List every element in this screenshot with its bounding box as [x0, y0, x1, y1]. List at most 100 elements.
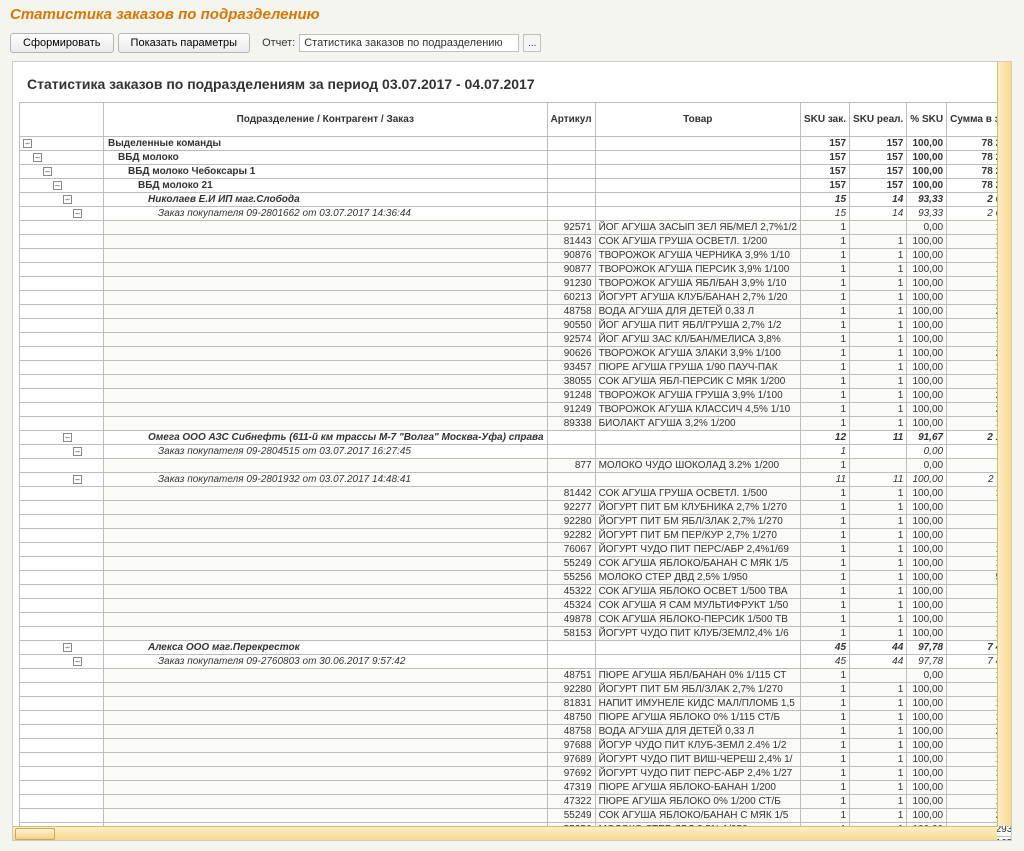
cell [547, 641, 595, 655]
table-row[interactable]: 81831НАПИТ ИМУНЕЛЕ КИДС МАЛ/ПЛОМБ 1,5111… [20, 697, 1013, 711]
table-row[interactable]: 60213ЙОГУРТ АГУША КЛУБ/БАНАН 2,7% 1/2011… [20, 291, 1013, 305]
tree-cell [20, 781, 104, 795]
table-row[interactable]: –Заказ покупателя 09-2760803 от 30.06.20… [20, 655, 1013, 669]
cell: 100,00 [907, 235, 947, 249]
tree-toggle[interactable]: – [63, 643, 72, 652]
table-row[interactable]: 58153ЙОГУРТ ЧУДО ПИТ КЛУБ/ЗЕМЛ2,4% 1/611… [20, 627, 1013, 641]
table-row[interactable]: –ВБД молоко Чебоксары 1157157100,0078 20… [20, 165, 1013, 179]
table-row[interactable]: 91248ТВОРОЖОК АГУША ГРУША 3,9% 1/1001110… [20, 389, 1013, 403]
table-row[interactable]: 81443СОК АГУША ГРУША ОСВЕТЛ. 1/20011100,… [20, 235, 1013, 249]
scrollbar-horizontal[interactable] [13, 826, 997, 840]
row-label [104, 459, 548, 473]
table-row[interactable]: –Алекса ООО маг.Перекресток454497,787 41… [20, 641, 1013, 655]
row-label [104, 697, 548, 711]
tree-toggle[interactable]: – [63, 433, 72, 442]
table-row[interactable]: 47319ПЮРЕ АГУША ЯБЛОКО-БАНАН 1/20011100,… [20, 781, 1013, 795]
tree-cell [20, 501, 104, 515]
table-row[interactable]: 97692ЙОГУРТ ЧУДО ПИТ ПЕРС-АБР 2,4% 1/271… [20, 767, 1013, 781]
table-row[interactable]: 45324СОК АГУША Я САМ МУЛЬТИФРУКТ 1/50111… [20, 599, 1013, 613]
cell: 100,00 [907, 809, 947, 823]
table-row[interactable]: 97688ЙОГУР ЧУДО ПИТ КЛУБ-ЗЕМЛ 2.4% 1/211… [20, 739, 1013, 753]
generate-button[interactable]: Сформировать [10, 33, 114, 53]
table-row[interactable]: 55256МОЛОКО СТЕР ДВД 2,5% 1/95011100,005… [20, 571, 1013, 585]
tree-toggle[interactable]: – [63, 195, 72, 204]
table-row[interactable]: 89338БИОЛАКТ АГУША 3,2% 1/20011100,00105… [20, 417, 1013, 431]
row-label [104, 389, 548, 403]
table-row[interactable]: 92277ЙОГУРТ ПИТ БМ КЛУБНИКА 2,7% 1/27011… [20, 501, 1013, 515]
tree-cell [20, 221, 104, 235]
row-label: ВБД молоко Чебоксары 1 [104, 165, 548, 179]
table-row[interactable]: 92280ЙОГУРТ ПИТ БМ ЯБЛ/ЗЛАК 2,7% 1/27011… [20, 515, 1013, 529]
row-label [104, 557, 548, 571]
cell: 100,00 [907, 697, 947, 711]
table-row[interactable]: –Выделенные команды157157100,0078 204,43… [20, 137, 1013, 151]
table-row[interactable]: 48750ПЮРЕ АГУША ЯБЛОКО 0% 1/115 СТ/Б1110… [20, 711, 1013, 725]
table-row[interactable]: 92574ЙОГ АГУШ ЗАС КЛ/БАН/МЕЛИСА 3,8%1110… [20, 333, 1013, 347]
cell: 1 [800, 277, 849, 291]
table-row[interactable]: 90550ЙОГ АГУША ПИТ ЯБЛ/ГРУША 2,7% 1/2111… [20, 319, 1013, 333]
report-select[interactable]: Статистика заказов по подразделению [299, 34, 519, 52]
cell: 1 [800, 221, 849, 235]
tree-cell [20, 809, 104, 823]
tree-toggle[interactable]: – [73, 657, 82, 666]
tree-toggle[interactable]: – [73, 209, 82, 218]
tree-toggle[interactable]: – [23, 139, 32, 148]
table-row[interactable]: 48751ПЮРЕ АГУША ЯБЛ/БАНАН 0% 1/115 СТ10,… [20, 669, 1013, 683]
table-row[interactable]: –Николаев Е.И ИП маг.Слобода151493,332 6… [20, 193, 1013, 207]
table-row[interactable]: 91230ТВОРОЖОК АГУША ЯБЛ/БАН 3,9% 1/10111… [20, 277, 1013, 291]
tree-cell: – [20, 655, 104, 669]
tree-cell [20, 529, 104, 543]
report-select-picker-button[interactable]: ... [523, 34, 541, 52]
table-row[interactable]: 47322ПЮРЕ АГУША ЯБЛОКО 0% 1/200 СТ/Б1110… [20, 795, 1013, 809]
table-row[interactable]: 90626ТВОРОЖОК АГУША ЗЛАКИ 3,9% 1/1001110… [20, 347, 1013, 361]
cell: 1 [850, 501, 907, 515]
table-row[interactable]: 55249СОК АГУША ЯБЛОКО/БАНАН С МЯК 1/5111… [20, 809, 1013, 823]
table-row[interactable]: –Омега ООО АЗС Сибнефть (611-й км трассы… [20, 431, 1013, 445]
cell: 100,00 [907, 249, 947, 263]
cell: 14 [850, 193, 907, 207]
table-row[interactable]: 90876ТВОРОЖОК АГУША ЧЕРНИКА 3,9% 1/10111… [20, 249, 1013, 263]
cell: 100,00 [907, 319, 947, 333]
scrollbar-vertical[interactable] [997, 62, 1011, 826]
table-row[interactable]: 48758ВОДА АГУША ДЛЯ ДЕТЕЙ 0,33 Л11100,00… [20, 305, 1013, 319]
cell: 0,00 [907, 221, 947, 235]
table-row[interactable]: 97689ЙОГУРТ ЧУДО ПИТ ВИШ-ЧЕРЕШ 2,4% 1/11… [20, 753, 1013, 767]
table-row[interactable]: 91249ТВОРОЖОК АГУША КЛАССИЧ 4,5% 1/10111… [20, 403, 1013, 417]
table-row[interactable]: 76067ЙОГУРТ ЧУДО ПИТ ПЕРС/АБР 2,4%1/6911… [20, 543, 1013, 557]
table-row[interactable]: –ВБД молоко 21157157100,0078 204,4377 31… [20, 179, 1013, 193]
table-row[interactable]: 55249СОК АГУША ЯБЛОКО/БАНАН С МЯК 1/5111… [20, 557, 1013, 571]
show-params-button[interactable]: Показать параметры [118, 33, 251, 53]
table-row[interactable]: –Заказ покупателя 09-2801932 от 03.07.20… [20, 473, 1013, 487]
table-row[interactable]: 90877ТВОРОЖОК АГУША ПЕРСИК 3,9% 1/100111… [20, 263, 1013, 277]
tree-toggle[interactable]: – [43, 167, 52, 176]
table-row[interactable]: 92282ЙОГУРТ ПИТ БМ ПЕР/КУР 2,7% 1/270111… [20, 529, 1013, 543]
cell: ЙОГ АГУША ПИТ ЯБЛ/ГРУША 2,7% 1/2 [595, 319, 800, 333]
cell: 1 [800, 543, 849, 557]
table-row[interactable]: 92280ЙОГУРТ ПИТ БМ ЯБЛ/ЗЛАК 2,7% 1/27011… [20, 683, 1013, 697]
cell: 1 [800, 725, 849, 739]
tree-toggle[interactable]: – [73, 447, 82, 456]
cell: 1 [800, 375, 849, 389]
table-row[interactable]: 38055СОК АГУША ЯБЛ-ПЕРСИК С МЯК 1/200111… [20, 375, 1013, 389]
cell: 1 [800, 235, 849, 249]
tree-cell [20, 613, 104, 627]
table-row[interactable]: –Заказ покупателя 09-2801662 от 03.07.20… [20, 207, 1013, 221]
table-row[interactable]: 92571ЙОГ АГУША ЗАСЫП ЗЕЛ ЯБ/МЕЛ 2,7%1/21… [20, 221, 1013, 235]
tree-toggle[interactable]: – [53, 181, 62, 190]
cell: СОК АГУША ЯБЛОКО ОСВЕТ 1/500 ТВА [595, 585, 800, 599]
table-row[interactable]: 81442СОК АГУША ГРУША ОСВЕТЛ. 1/50011100,… [20, 487, 1013, 501]
table-row[interactable]: –ВБД молоко157157100,0078 204,4377 316,8… [20, 151, 1013, 165]
table-row[interactable]: 45322СОК АГУША ЯБЛОКО ОСВЕТ 1/500 ТВА111… [20, 585, 1013, 599]
table-row[interactable]: 49878СОК АГУША ЯБЛОКО-ПЕРСИК 1/500 ТВ111… [20, 613, 1013, 627]
tree-toggle[interactable]: – [73, 475, 82, 484]
table-row[interactable]: 93457ПЮРЕ АГУША ГРУША 1/90 ПАУЧ-ПАК11100… [20, 361, 1013, 375]
table-row[interactable]: –Заказ покупателя 09-2804515 от 03.07.20… [20, 445, 1013, 459]
table-row[interactable]: 877МОЛОКО ЧУДО ШОКОЛАД 3.2% 1/20010,0068… [20, 459, 1013, 473]
cell: 100,00 [907, 165, 947, 179]
table-row[interactable]: 48758ВОДА АГУША ДЛЯ ДЕТЕЙ 0,33 Л11100,00… [20, 725, 1013, 739]
scrollbar-thumb[interactable] [15, 828, 55, 840]
tree-toggle[interactable]: – [33, 153, 42, 162]
cell: ПЮРЕ АГУША ЯБЛ/БАНАН 0% 1/115 СТ [595, 669, 800, 683]
col-pct-sku: % SKU [907, 103, 947, 137]
page-title: Статистика заказов по подразделению [0, 0, 1024, 29]
